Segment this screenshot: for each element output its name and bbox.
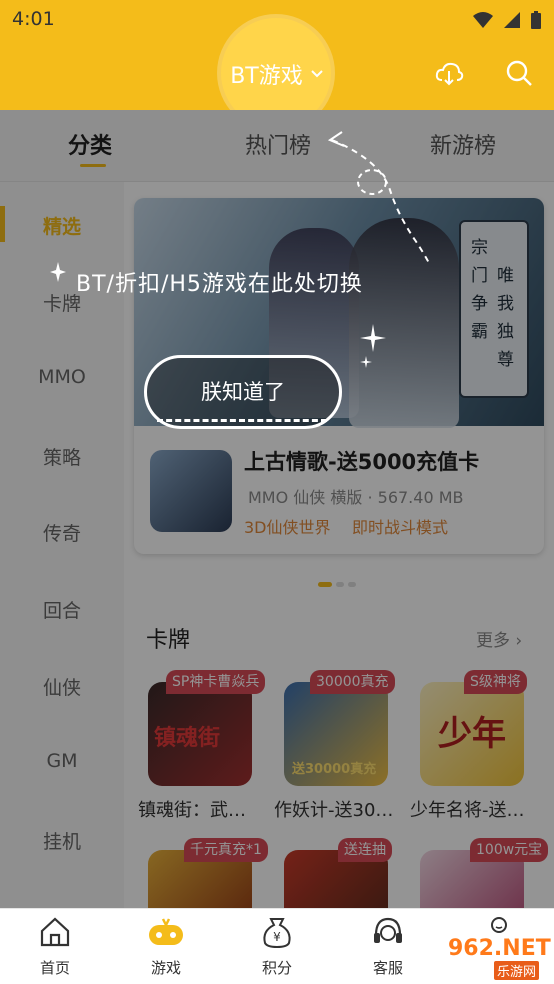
sidebar-item-xianxia[interactable]: 仙侠	[0, 673, 124, 700]
carousel-dot	[348, 582, 356, 587]
featured-game-row[interactable]: 上古情歌-送5000充值卡 MMO 仙侠 横版 · 567.40 MB 3D仙侠…	[134, 436, 544, 554]
game-meta: MMO 仙侠 横版 · 567.40 MB	[248, 488, 464, 507]
sidebar-item-turn[interactable]: 回合	[0, 596, 124, 623]
sidebar-item-mmo[interactable]: MMO	[0, 366, 124, 388]
card-art: 少年	[420, 682, 524, 786]
card-art: 送30000真充	[284, 682, 388, 786]
nav-support[interactable]: 客服	[348, 915, 428, 978]
home-icon	[40, 917, 70, 947]
sidebar-item-gm[interactable]: GM	[0, 750, 124, 772]
tab-indicator	[80, 164, 106, 167]
svg-text:¥: ¥	[273, 930, 281, 944]
battery-icon	[531, 11, 541, 29]
tab-category[interactable]: 分类	[68, 128, 112, 160]
sidebar-item-featured[interactable]: 精选	[0, 212, 124, 239]
dismiss-guide-label: 朕知道了	[201, 380, 285, 404]
sidebar-item-legend[interactable]: 传奇	[0, 519, 124, 546]
button-fringe	[157, 414, 327, 422]
cloud-download-icon[interactable]	[434, 58, 464, 88]
card-title: 作妖计-送30…	[274, 800, 394, 821]
more-label: 更多	[476, 631, 510, 651]
card-art-text: 少年	[438, 714, 506, 754]
chevron-down-icon	[311, 70, 323, 78]
sidebar-item-idle[interactable]: 挂机	[0, 827, 124, 854]
watermark-sub: 乐游网	[494, 961, 540, 980]
game-icon	[150, 450, 232, 532]
watermark-logo: 962.NET 乐游网	[420, 932, 551, 980]
section-title: 卡牌	[146, 628, 191, 653]
carousel-dot	[336, 582, 344, 587]
gamepad-icon	[149, 918, 183, 945]
status-icons	[472, 10, 542, 30]
money-bag-icon: ¥	[263, 918, 291, 949]
banner-scroll: 宗门争霸 唯我独尊	[459, 220, 529, 398]
nav-label: 客服	[372, 959, 403, 977]
nav-label: 积分	[261, 959, 292, 977]
game-name: 上古情歌-送5000充值卡	[244, 450, 480, 474]
dismiss-guide-button[interactable]: 朕知道了	[144, 355, 342, 429]
card-badge: S级神将	[464, 670, 527, 694]
status-time: 4:01	[12, 8, 55, 30]
card-badge: 100w元宝	[470, 838, 549, 862]
nav-home[interactable]: 首页	[15, 915, 95, 978]
sparkle-icon	[50, 262, 66, 282]
search-icon[interactable]	[504, 58, 534, 88]
game-tag: 即时战斗模式	[352, 518, 449, 537]
guide-arrow	[327, 131, 431, 266]
guide-text: BT/折扣/H5游戏在此处切换	[76, 272, 363, 297]
card-title: 少年名将-送…	[410, 800, 525, 821]
carousel-dots	[318, 582, 356, 587]
category-tabs: 分类 热门榜 新游榜	[0, 110, 554, 182]
card-art-text: 镇魂街	[154, 726, 221, 751]
card-art-text: 送30000真充	[292, 762, 377, 777]
nav-games[interactable]: 游戏	[126, 915, 206, 978]
card-title: 镇魂街：武…	[138, 800, 246, 821]
nav-label: 首页	[39, 959, 70, 977]
nav-label: 游戏	[150, 959, 181, 977]
banner-scroll-text: 宗门争霸	[471, 238, 488, 342]
game-type-switcher[interactable]: BT游戏	[0, 58, 554, 90]
signal-icon	[504, 12, 520, 28]
sidebar-item-strategy[interactable]: 策略	[0, 443, 124, 470]
card-badge: SP神卡曹焱兵	[166, 670, 266, 694]
tab-hot[interactable]: 热门榜	[245, 128, 311, 160]
headset-icon	[374, 917, 402, 943]
card-badge: 送连抽	[338, 838, 392, 862]
card-badge: 30000真充	[310, 670, 395, 694]
nav-points[interactable]: ¥ 积分	[237, 915, 317, 978]
more-link[interactable]: 更多 ›	[476, 626, 522, 651]
card-badge: 千元真充*1	[184, 838, 268, 862]
sparkle-icon	[360, 324, 386, 368]
carousel-dot	[318, 582, 332, 587]
banner-scroll-text: 唯我独尊	[497, 266, 514, 370]
game-tag: 3D仙侠世界	[244, 518, 331, 537]
card-art: 镇魂街	[148, 682, 252, 786]
app-title: BT游戏	[230, 64, 303, 89]
watermark-brand: 962.NET	[448, 936, 551, 961]
wifi-icon	[473, 12, 493, 28]
